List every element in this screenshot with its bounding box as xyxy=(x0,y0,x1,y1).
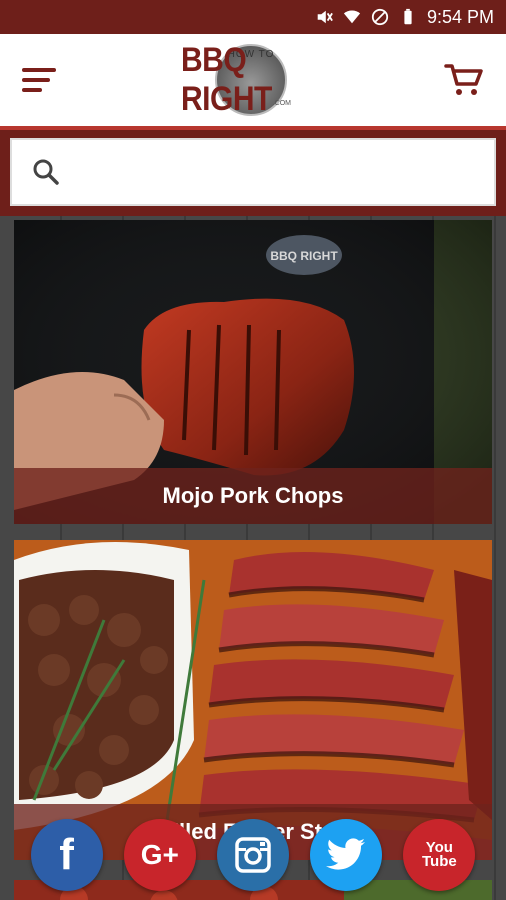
recipe-card[interactable]: BBQ RIGHT Mojo Pork Chops xyxy=(14,220,492,524)
search-icon xyxy=(33,159,59,185)
logo-main-text: BBQ RIGHT xyxy=(181,40,272,118)
youtube-icon: You Tube xyxy=(421,839,457,870)
mute-icon xyxy=(317,10,333,24)
do-not-disturb-icon xyxy=(371,8,389,26)
google-plus-icon: G+ xyxy=(140,839,179,870)
battery-icon xyxy=(404,8,412,25)
twitter-button[interactable] xyxy=(310,819,383,891)
search-input[interactable] xyxy=(72,152,494,192)
status-time: 9:54 PM xyxy=(426,6,494,27)
instagram-icon xyxy=(235,837,271,873)
wifi-icon xyxy=(343,10,361,24)
search-box[interactable] xyxy=(10,138,496,206)
youtube-button[interactable]: You Tube xyxy=(403,819,476,891)
status-bar: 9:54 PM xyxy=(0,0,506,34)
app-header: HOW TO BBQ RIGHT .COM xyxy=(0,34,506,126)
facebook-icon: f xyxy=(59,830,74,879)
svg-text:BBQ RIGHT: BBQ RIGHT xyxy=(270,249,338,263)
twitter-icon xyxy=(326,838,366,870)
app-logo: HOW TO BBQ RIGHT .COM xyxy=(181,40,321,120)
recipe-feed: BBQ RIGHT Mojo Pork Chops xyxy=(0,216,506,900)
logo-suffix-text: .COM xyxy=(272,100,291,107)
recipe-title: Mojo Pork Chops xyxy=(14,468,492,524)
social-share-bar: f G+ You Tube xyxy=(0,818,506,892)
google-plus-button[interactable]: G+ xyxy=(123,819,196,891)
hamburger-menu-icon[interactable] xyxy=(22,66,58,94)
search-area xyxy=(0,126,506,216)
facebook-button[interactable]: f xyxy=(30,819,103,891)
shopping-cart-icon[interactable] xyxy=(444,60,484,100)
instagram-button[interactable] xyxy=(216,819,289,891)
recipe-card[interactable]: Grilled Flower Steak xyxy=(14,540,492,860)
